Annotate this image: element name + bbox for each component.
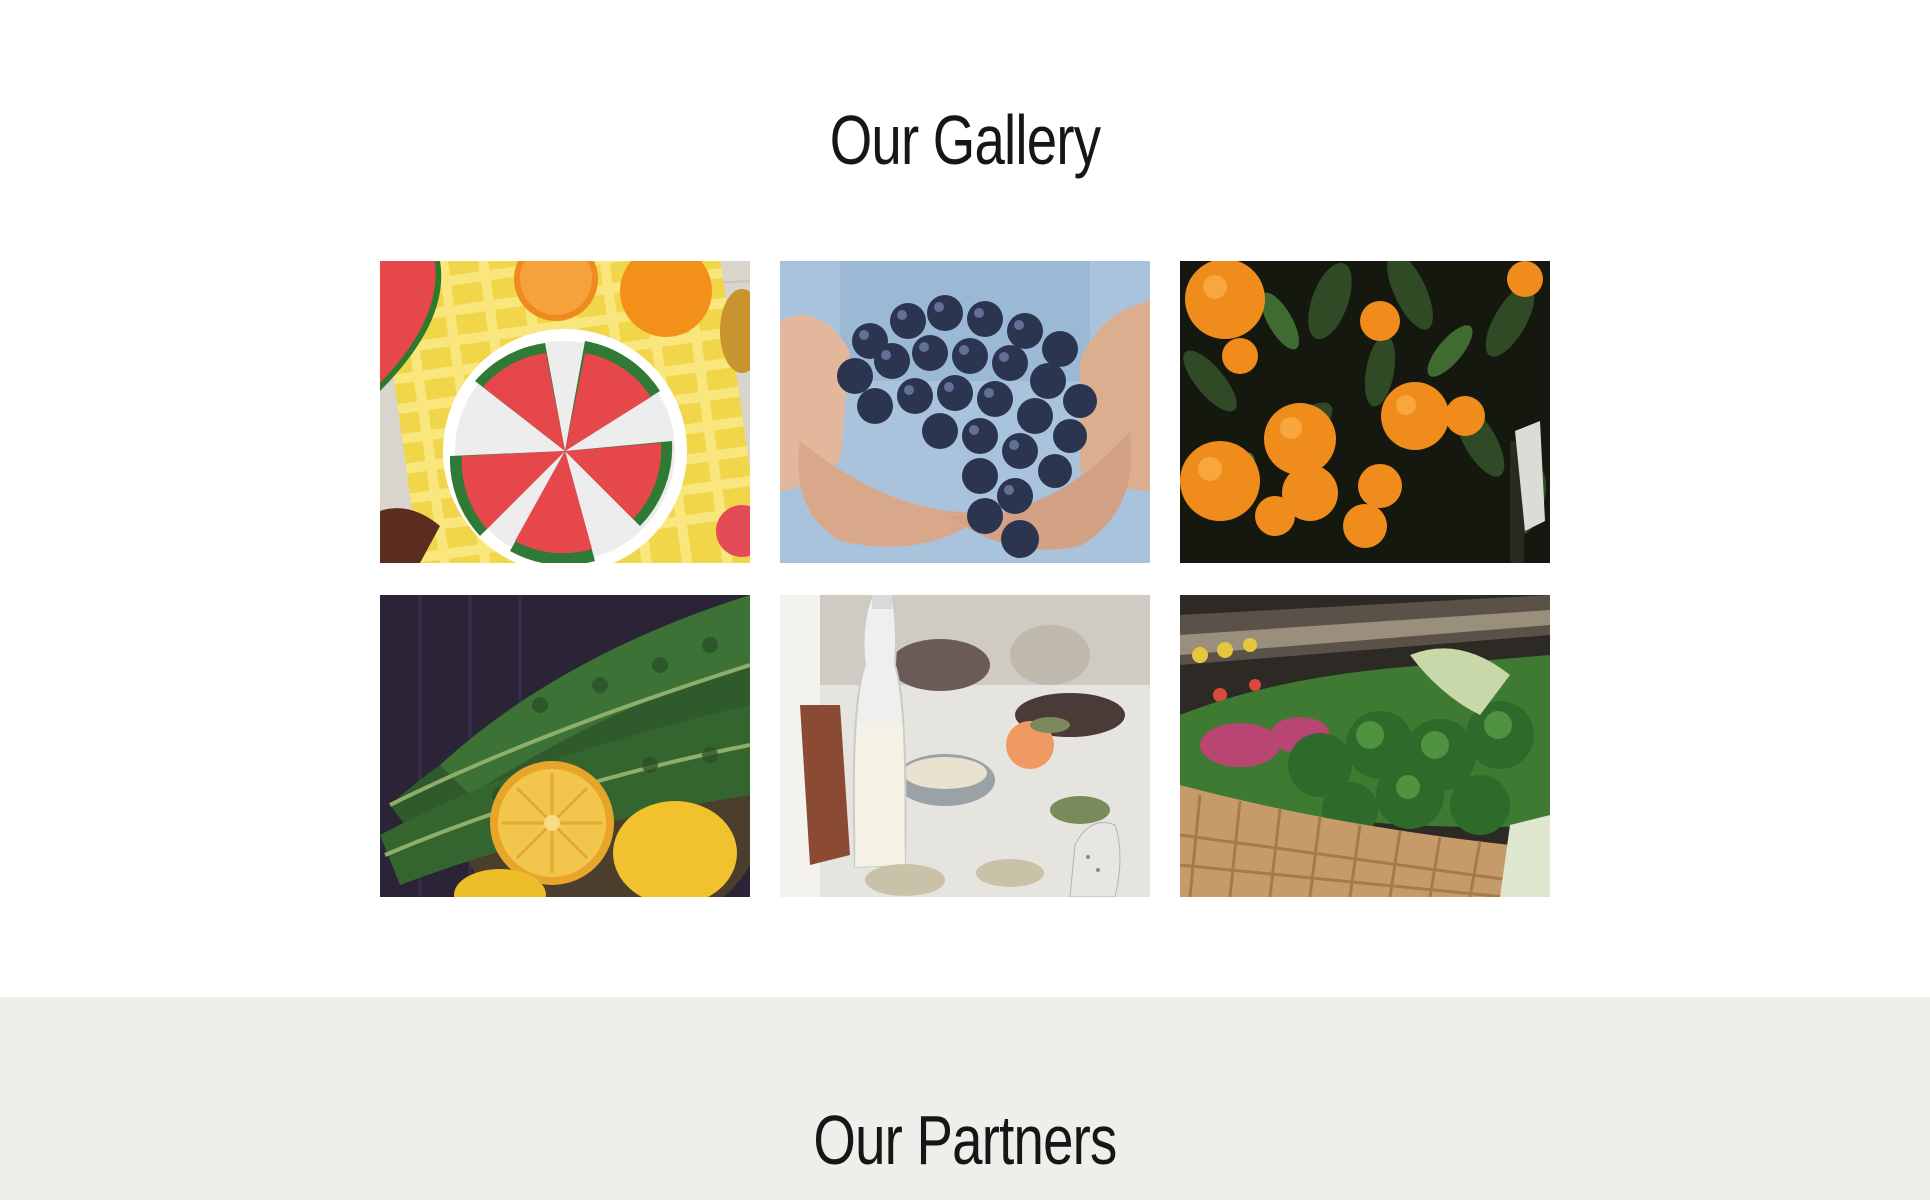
gallery-image-market-greens[interactable] [1180,595,1550,897]
gallery-title: Our Gallery [829,101,1101,179]
partners-section: Our Partners [0,997,1930,1200]
gallery-image-milk-bottle[interactable] [780,595,1150,897]
milk-bottle-photo [780,595,1150,897]
gallery-image-watermelon[interactable] [380,261,750,563]
gallery-image-kale-lemon[interactable] [380,595,750,897]
orange-tree-photo [1180,261,1550,563]
grapes-photo [780,261,1150,563]
gallery-grid [380,261,1550,897]
watermelon-photo [380,261,750,563]
gallery-image-grapes[interactable] [780,261,1150,563]
gallery-section: Our Gallery [0,0,1930,997]
kale-lemon-photo [380,595,750,897]
market-greens-photo [1180,595,1550,897]
partners-title: Our Partners [813,1101,1117,1179]
gallery-image-orange-tree[interactable] [1180,261,1550,563]
